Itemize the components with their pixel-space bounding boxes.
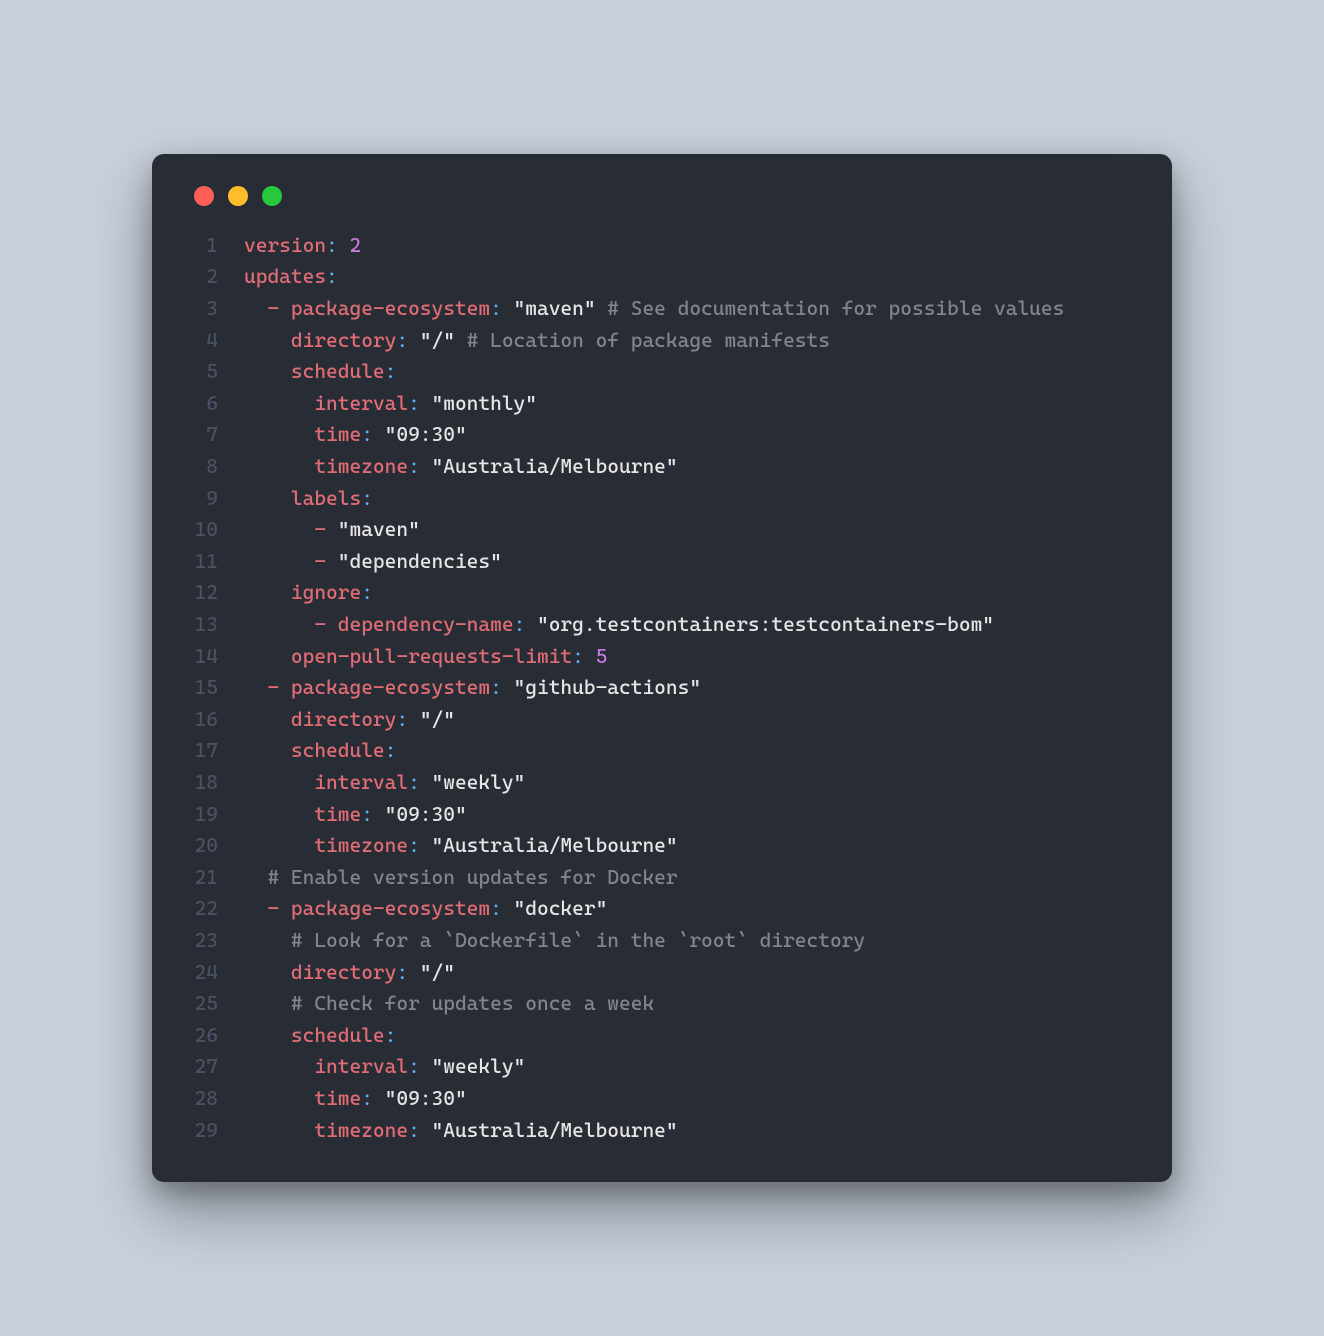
code-content: time: "09:30" <box>244 799 1136 831</box>
code-line: 12 ignore: <box>188 577 1136 609</box>
line-number: 23 <box>188 925 244 957</box>
code-line: 18 interval: "weekly" <box>188 767 1136 799</box>
code-content: # Look for a `Dockerfile` in the `root` … <box>244 925 1136 957</box>
line-number: 6 <box>188 388 244 420</box>
code-line: 5 schedule: <box>188 356 1136 388</box>
code-content: interval: "monthly" <box>244 388 1136 420</box>
code-line: 22 - package-ecosystem: "docker" <box>188 893 1136 925</box>
code-content: directory: "/" # Location of package man… <box>244 325 1136 357</box>
code-content: schedule: <box>244 356 1136 388</box>
code-line: 25 # Check for updates once a week <box>188 988 1136 1020</box>
code-line: 7 time: "09:30" <box>188 419 1136 451</box>
line-number: 8 <box>188 451 244 483</box>
line-number: 5 <box>188 356 244 388</box>
code-content: - package-ecosystem: "docker" <box>244 893 1136 925</box>
code-content: interval: "weekly" <box>244 1051 1136 1083</box>
maximize-icon[interactable] <box>262 186 282 206</box>
code-content: ignore: <box>244 577 1136 609</box>
code-line: 13 - dependency-name: "org.testcontainer… <box>188 609 1136 641</box>
line-number: 7 <box>188 419 244 451</box>
code-line: 2 updates: <box>188 261 1136 293</box>
code-line: 15 - package-ecosystem: "github-actions" <box>188 672 1136 704</box>
code-content: interval: "weekly" <box>244 767 1136 799</box>
code-line: 6 interval: "monthly" <box>188 388 1136 420</box>
code-content: - dependency-name: "org.testcontainers:t… <box>244 609 1136 641</box>
line-number: 9 <box>188 483 244 515</box>
code-line: 29 timezone: "Australia/Melbourne" <box>188 1115 1136 1147</box>
line-number: 11 <box>188 546 244 578</box>
line-number: 1 <box>188 230 244 262</box>
code-content: directory: "/" <box>244 704 1136 736</box>
code-content: - package-ecosystem: "github-actions" <box>244 672 1136 704</box>
line-number: 4 <box>188 325 244 357</box>
code-line: 16 directory: "/" <box>188 704 1136 736</box>
code-content: time: "09:30" <box>244 419 1136 451</box>
line-number: 15 <box>188 672 244 704</box>
line-number: 24 <box>188 957 244 989</box>
code-content: open-pull-requests-limit: 5 <box>244 641 1136 673</box>
code-content: time: "09:30" <box>244 1083 1136 1115</box>
code-line: 26 schedule: <box>188 1020 1136 1052</box>
window-titlebar <box>188 182 1136 230</box>
line-number: 12 <box>188 577 244 609</box>
line-number: 28 <box>188 1083 244 1115</box>
line-number: 2 <box>188 261 244 293</box>
code-content: directory: "/" <box>244 957 1136 989</box>
line-number: 3 <box>188 293 244 325</box>
code-line: 21 # Enable version updates for Docker <box>188 862 1136 894</box>
line-number: 10 <box>188 514 244 546</box>
line-number: 16 <box>188 704 244 736</box>
line-number: 27 <box>188 1051 244 1083</box>
code-line: 3 - package-ecosystem: "maven" # See doc… <box>188 293 1136 325</box>
line-number: 26 <box>188 1020 244 1052</box>
code-line: 28 time: "09:30" <box>188 1083 1136 1115</box>
code-line: 14 open-pull-requests-limit: 5 <box>188 641 1136 673</box>
code-line: 4 directory: "/" # Location of package m… <box>188 325 1136 357</box>
code-line: 1 version: 2 <box>188 230 1136 262</box>
code-line: 9 labels: <box>188 483 1136 515</box>
code-line: 11 - "dependencies" <box>188 546 1136 578</box>
line-number: 18 <box>188 767 244 799</box>
code-content: # Check for updates once a week <box>244 988 1136 1020</box>
code-content: timezone: "Australia/Melbourne" <box>244 830 1136 862</box>
line-number: 14 <box>188 641 244 673</box>
line-number: 19 <box>188 799 244 831</box>
line-number: 21 <box>188 862 244 894</box>
code-content: - "maven" <box>244 514 1136 546</box>
code-content: # Enable version updates for Docker <box>244 862 1136 894</box>
code-line: 8 timezone: "Australia/Melbourne" <box>188 451 1136 483</box>
line-number: 13 <box>188 609 244 641</box>
code-editor[interactable]: 1 version: 2 2 updates: 3 - package-ecos… <box>188 230 1136 1146</box>
code-content: timezone: "Australia/Melbourne" <box>244 451 1136 483</box>
code-content: - "dependencies" <box>244 546 1136 578</box>
code-content: timezone: "Australia/Melbourne" <box>244 1115 1136 1147</box>
line-number: 17 <box>188 735 244 767</box>
code-line: 17 schedule: <box>188 735 1136 767</box>
code-line: 19 time: "09:30" <box>188 799 1136 831</box>
code-line: 27 interval: "weekly" <box>188 1051 1136 1083</box>
line-number: 25 <box>188 988 244 1020</box>
code-line: 23 # Look for a `Dockerfile` in the `roo… <box>188 925 1136 957</box>
code-line: 24 directory: "/" <box>188 957 1136 989</box>
code-content: schedule: <box>244 735 1136 767</box>
line-number: 22 <box>188 893 244 925</box>
minimize-icon[interactable] <box>228 186 248 206</box>
close-icon[interactable] <box>194 186 214 206</box>
code-content: labels: <box>244 483 1136 515</box>
code-line: 20 timezone: "Australia/Melbourne" <box>188 830 1136 862</box>
code-content: updates: <box>244 261 1136 293</box>
code-content: schedule: <box>244 1020 1136 1052</box>
code-window: 1 version: 2 2 updates: 3 - package-ecos… <box>152 154 1172 1182</box>
code-content: version: 2 <box>244 230 1136 262</box>
line-number: 29 <box>188 1115 244 1147</box>
line-number: 20 <box>188 830 244 862</box>
code-line: 10 - "maven" <box>188 514 1136 546</box>
code-content: - package-ecosystem: "maven" # See docum… <box>244 293 1136 325</box>
